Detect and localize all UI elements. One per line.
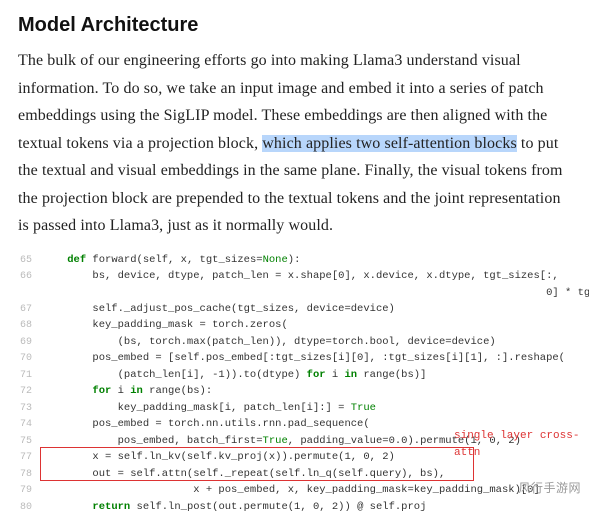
line-number: 69 xyxy=(4,335,42,351)
code-text: x + pos_embed, x, key_padding_mask=key_p… xyxy=(42,482,585,498)
line-number: 68 xyxy=(4,318,42,334)
code-text: key_padding_mask[i, patch_len[i]:] = Tru… xyxy=(42,400,585,416)
line-number: 79 xyxy=(4,483,42,499)
code-line: 73 key_padding_mask[i, patch_len[i]:] = … xyxy=(4,400,585,417)
code-text: key_padding_mask = torch.zeros( xyxy=(42,317,585,333)
line-number: 77 xyxy=(4,450,42,466)
code-line: 65 def forward(self, x, tgt_sizes=None): xyxy=(4,252,585,269)
code-line: 72 for i in range(bs): xyxy=(4,383,585,400)
code-line: 67 self._adjust_pos_cache(tgt_sizes, dev… xyxy=(4,301,585,318)
code-line: 0] * tgt_sizes[:, 1] xyxy=(4,285,585,301)
code-text: out = self.attn(self._repeat(self.ln_q(s… xyxy=(42,466,585,482)
body-paragraph[interactable]: The bulk of our engineering efforts go i… xyxy=(18,47,571,240)
code-text: for i in range(bs): xyxy=(42,383,585,399)
line-number: 71 xyxy=(4,368,42,384)
line-number: 70 xyxy=(4,351,42,367)
code-text: pos_embed = [self.pos_embed[:tgt_sizes[i… xyxy=(42,350,585,366)
article-content: Model Architecture The bulk of our engin… xyxy=(0,0,589,240)
code-block: single layer cross-attn 65 def forward(s… xyxy=(4,252,585,515)
code-text: (patch_len[i], -1)).to(dtype) for i in r… xyxy=(42,367,585,383)
code-text: bs, device, dtype, patch_len = x.shape[0… xyxy=(42,268,585,284)
watermark-text: 风行手游网 xyxy=(518,479,581,496)
code-line: 68 key_padding_mask = torch.zeros( xyxy=(4,317,585,334)
line-number: 73 xyxy=(4,401,42,417)
annotation-text: single layer cross-attn xyxy=(454,428,585,462)
code-text: return self.ln_post(out.permute(1, 0, 2)… xyxy=(42,499,585,515)
line-number: 75 xyxy=(4,434,42,450)
code-line: 69 (bs, torch.max(patch_len)), dtype=tor… xyxy=(4,334,585,351)
code-text: (bs, torch.max(patch_len)), dtype=torch.… xyxy=(42,334,585,350)
line-number: 72 xyxy=(4,384,42,400)
line-number: 80 xyxy=(4,500,42,515)
section-heading: Model Architecture xyxy=(18,14,571,37)
code-text: 0] * tgt_sizes[:, 1] xyxy=(42,285,589,301)
code-line: 71 (patch_len[i], -1)).to(dtype) for i i… xyxy=(4,367,585,384)
code-line: 70 pos_embed = [self.pos_embed[:tgt_size… xyxy=(4,350,585,367)
line-number: 74 xyxy=(4,417,42,433)
code-text: def forward(self, x, tgt_sizes=None): xyxy=(42,252,585,268)
line-number: 78 xyxy=(4,467,42,483)
line-number: 66 xyxy=(4,269,42,285)
code-line: 66 bs, device, dtype, patch_len = x.shap… xyxy=(4,268,585,285)
code-text: self._adjust_pos_cache(tgt_sizes, device… xyxy=(42,301,585,317)
line-number: 67 xyxy=(4,302,42,318)
line-number: 65 xyxy=(4,253,42,269)
code-line: 79 x + pos_embed, x, key_padding_mask=ke… xyxy=(4,482,585,499)
highlighted-text[interactable]: which applies two self-attention blocks xyxy=(262,135,517,152)
code-line: 80 return self.ln_post(out.permute(1, 0,… xyxy=(4,499,585,515)
code-line: 78 out = self.attn(self._repeat(self.ln_… xyxy=(4,466,585,483)
